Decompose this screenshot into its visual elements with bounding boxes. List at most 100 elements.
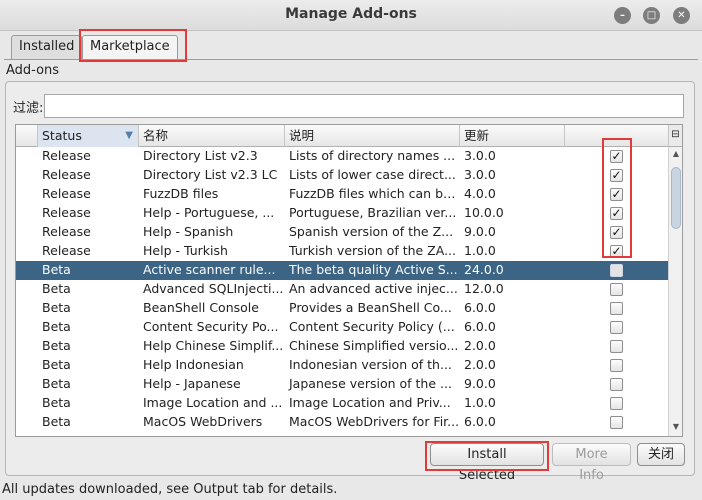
tab-installed[interactable]: Installed (11, 35, 83, 59)
select-checkbox[interactable] (610, 340, 623, 353)
select-checkbox[interactable] (610, 283, 623, 296)
row-gutter (16, 356, 38, 375)
cell-version: 4.0.0 (464, 186, 496, 201)
select-checkbox[interactable] (610, 416, 623, 429)
select-checkbox[interactable] (610, 264, 623, 277)
cell-status: Beta (42, 338, 71, 353)
maximize-icon[interactable]: □ (643, 7, 660, 24)
cell-name: FuzzDB files (143, 186, 219, 201)
cell-description: Content Security Policy (... (289, 319, 455, 334)
select-checkbox[interactable]: ✓ (610, 150, 623, 163)
cell-select (565, 299, 668, 318)
select-checkbox[interactable]: ✓ (610, 169, 623, 182)
table-row[interactable]: Release Help - Turkish Turkish version of … (16, 242, 668, 261)
checkmark-icon: ✓ (611, 244, 622, 258)
select-checkbox[interactable]: ✓ (610, 188, 623, 201)
section-label: Add-ons (6, 63, 60, 78)
row-gutter (16, 375, 38, 394)
table-row[interactable]: Beta BeanShell Console Provides a BeanShel… (16, 299, 668, 318)
cell-status: Beta (42, 357, 71, 372)
checkmark-icon: ✓ (611, 187, 622, 201)
table-row[interactable]: Beta Advanced SQLInjecti... An advanced ac… (16, 280, 668, 299)
table-row[interactable]: Beta Active scanner rule... The beta quali… (16, 261, 668, 280)
vertical-scrollbar[interactable]: ▲ ▼ (668, 147, 682, 436)
table-row[interactable]: Beta Image Location and ... Image Location… (16, 394, 668, 413)
cell-version: 24.0.0 (464, 262, 504, 277)
cell-select (565, 280, 668, 299)
column-header-update[interactable]: 更新 (460, 125, 565, 147)
cell-status: Beta (42, 262, 71, 277)
checkmark-icon: ✓ (611, 149, 622, 163)
table-row[interactable]: Beta Help - Japanese Japanese version of t… (16, 375, 668, 394)
cell-version: 2.0.0 (464, 338, 496, 353)
scroll-up-icon[interactable]: ▲ (670, 149, 682, 161)
cell-name: Help Indonesian (143, 357, 244, 372)
row-gutter (16, 204, 38, 223)
cell-status: Release (42, 243, 91, 258)
cell-status: Beta (42, 281, 71, 296)
cell-name: Directory List v2.3 LC (143, 167, 278, 182)
cell-description: Indonesian version of th... (289, 357, 452, 372)
cell-select (565, 394, 668, 413)
cell-version: 12.0.0 (464, 281, 504, 296)
column-header-select[interactable] (565, 125, 668, 147)
select-checkbox[interactable] (610, 397, 623, 410)
cell-name: Help - Portuguese, ... (143, 205, 275, 220)
cell-select (565, 261, 668, 280)
cell-description: An advanced active injec... (289, 281, 458, 296)
scroll-down-icon[interactable]: ▼ (670, 422, 682, 434)
select-checkbox[interactable]: ✓ (610, 207, 623, 220)
column-status-label: Status (42, 128, 82, 143)
more-info-button[interactable]: More Info (552, 443, 631, 483)
cell-version: 1.0.0 (464, 395, 496, 410)
window-title: Manage Add-ons (285, 6, 417, 22)
column-header-blank[interactable] (16, 125, 38, 147)
filter-input[interactable] (44, 94, 684, 118)
select-checkbox[interactable]: ✓ (610, 226, 623, 239)
table-row[interactable]: Release FuzzDB files FuzzDB files which ca… (16, 185, 668, 204)
table-row[interactable]: Release Help - Portuguese, ... Portuguese,… (16, 204, 668, 223)
cell-name: Help Chinese Simplif... (143, 338, 284, 353)
table-body: Release Directory List v2.3 Lists of direc… (16, 147, 668, 432)
cell-version: 3.0.0 (464, 167, 496, 182)
select-checkbox[interactable] (610, 378, 623, 391)
cell-status: Beta (42, 395, 71, 410)
row-gutter (16, 185, 38, 204)
cell-select (565, 375, 668, 394)
select-checkbox[interactable] (610, 359, 623, 372)
cell-description: Lists of directory names ... (289, 148, 456, 163)
scrollbar-thumb[interactable] (671, 167, 681, 229)
cell-select: ✓ (565, 223, 668, 242)
column-header-status[interactable]: Status ▼ (38, 125, 139, 147)
cell-description: MacOS WebDrivers for Fir... (289, 414, 460, 429)
row-gutter (16, 394, 38, 413)
cell-name: MacOS WebDrivers (143, 414, 263, 429)
column-chooser-icon[interactable]: ⊟ (668, 125, 682, 147)
cell-version: 10.0.0 (464, 205, 504, 220)
select-checkbox[interactable] (610, 321, 623, 334)
select-checkbox[interactable]: ✓ (610, 245, 623, 258)
table-row[interactable]: Beta Help Indonesian Indonesian version of… (16, 356, 668, 375)
close-button[interactable]: 关闭 (637, 443, 685, 466)
cell-status: Release (42, 148, 91, 163)
table-row[interactable]: Beta MacOS WebDrivers MacOS WebDrivers for… (16, 413, 668, 432)
cell-version: 6.0.0 (464, 319, 496, 334)
cell-name: Help - Turkish (143, 243, 228, 258)
cell-select: ✓ (565, 204, 668, 223)
cell-select: ✓ (565, 185, 668, 204)
table-row[interactable]: Beta Help Chinese Simplif... Chinese Simpl… (16, 337, 668, 356)
select-checkbox[interactable] (610, 302, 623, 315)
cell-name: Image Location and ... (143, 395, 283, 410)
tab-marketplace[interactable]: Marketplace (82, 35, 178, 60)
table-row[interactable]: Beta Content Security Po... Content Securi… (16, 318, 668, 337)
minimize-icon[interactable]: – (614, 7, 631, 24)
install-selected-button[interactable]: Install Selected (430, 443, 544, 483)
cell-select (565, 337, 668, 356)
table-row[interactable]: Release Help - Spanish Spanish version of … (16, 223, 668, 242)
table-row[interactable]: Release Directory List v2.3 Lists of direc… (16, 147, 668, 166)
close-icon[interactable]: ✕ (673, 7, 690, 24)
cell-name: Help - Spanish (143, 224, 234, 239)
table-row[interactable]: Release Directory List v2.3 LC Lists of lo… (16, 166, 668, 185)
column-header-description[interactable]: 说明 (285, 125, 460, 147)
column-header-name[interactable]: 名称 (139, 125, 285, 147)
